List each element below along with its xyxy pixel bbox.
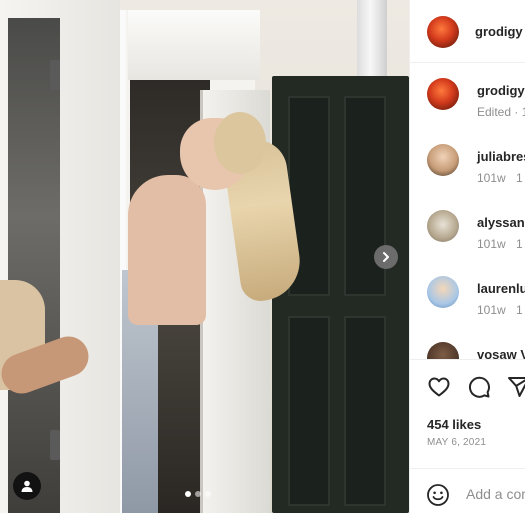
comment-item: vosaw V	[410, 342, 525, 359]
caption-avatar[interactable]	[427, 78, 459, 110]
caption-item: grodigy Edited · 1	[410, 78, 525, 144]
comment-item: alyssanic 101w 1	[410, 210, 525, 276]
carousel-dot	[205, 491, 211, 497]
likes-count[interactable]: 454 likes	[427, 417, 481, 432]
commenter-avatar[interactable]	[427, 276, 459, 308]
commenter-avatar[interactable]	[427, 144, 459, 176]
comment-age[interactable]: 101w	[477, 171, 506, 185]
comment-likes[interactable]: 1	[516, 171, 523, 185]
share-button[interactable]	[506, 374, 525, 400]
commenter-username[interactable]: vosaw V	[477, 347, 525, 359]
comment-composer	[410, 468, 525, 513]
commenter-avatar[interactable]	[427, 210, 459, 242]
user-icon	[21, 480, 33, 492]
commenter-username[interactable]: laurenlu	[477, 281, 525, 296]
heart-icon	[428, 377, 450, 397]
carousel-next-button[interactable]	[374, 245, 398, 269]
commenter-username[interactable]: alyssanic	[477, 215, 525, 230]
comment-age[interactable]: 101w	[477, 303, 506, 317]
comment-age[interactable]: 101w	[477, 237, 506, 251]
comment-button[interactable]	[466, 374, 492, 400]
carousel-dot	[195, 491, 201, 497]
shutter-panel	[288, 316, 330, 506]
photo-shutter	[272, 76, 409, 513]
tagged-users-button[interactable]	[13, 472, 41, 500]
send-icon	[508, 377, 525, 397]
photo-hinge	[50, 430, 60, 460]
post-date[interactable]: MAY 6, 2021	[427, 437, 486, 448]
post-header: grodigy	[410, 0, 525, 63]
comment-likes[interactable]: 1	[516, 237, 523, 251]
post-actions: 454 likes MAY 6, 2021	[410, 359, 525, 513]
commenter-username[interactable]: juliabres	[477, 149, 525, 164]
shutter-panel	[344, 316, 386, 506]
carousel-dot	[185, 491, 191, 497]
author-avatar[interactable]	[427, 16, 459, 48]
comment-likes[interactable]: 1	[516, 303, 523, 317]
author-username[interactable]: grodigy	[475, 24, 523, 39]
photo-window-header	[128, 10, 260, 80]
photo-woman-hair	[214, 112, 266, 174]
chevron-right-icon	[383, 252, 389, 262]
commenter-avatar[interactable]	[427, 342, 459, 359]
carousel-indicator	[185, 491, 211, 497]
comments-list[interactable]: grodigy Edited · 1 juliabres 101w 1 alys…	[410, 64, 525, 359]
photo-woman-body	[128, 175, 206, 325]
post-sidebar: grodigy grodigy Edited · 1 juliabres 101…	[409, 0, 525, 513]
comment-input[interactable]	[466, 483, 525, 505]
comment-icon	[468, 376, 490, 398]
comment-item: juliabres 101w 1	[410, 144, 525, 210]
caption-username[interactable]: grodigy	[477, 83, 525, 98]
post-photo[interactable]	[0, 0, 409, 513]
comment-item: laurenlu 101w 1	[410, 276, 525, 342]
emoji-icon[interactable]	[426, 483, 450, 507]
caption-meta: Edited · 1	[477, 105, 525, 119]
photo-hinge	[50, 60, 60, 90]
like-button[interactable]	[426, 374, 452, 400]
